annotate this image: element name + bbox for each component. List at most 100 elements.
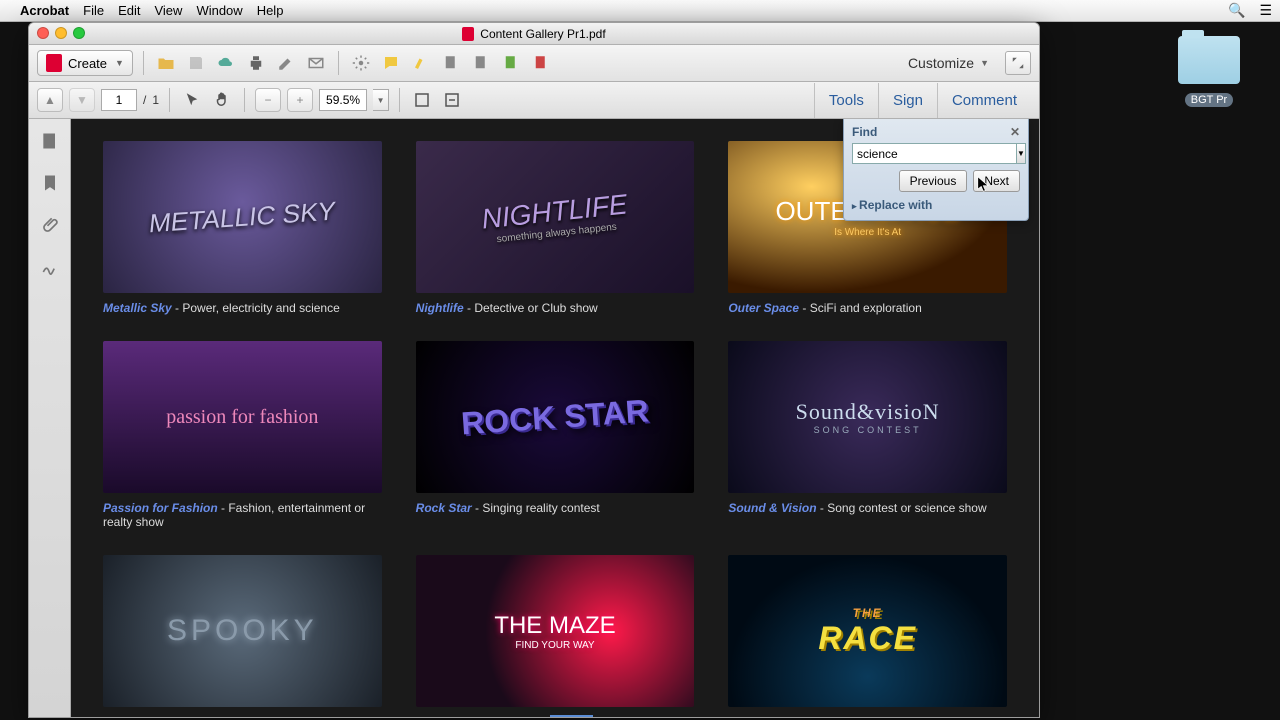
card-title: Rock Star xyxy=(416,501,472,515)
tools-pane-tab[interactable]: Tools xyxy=(814,83,878,118)
attachments-icon[interactable] xyxy=(40,215,60,235)
zoom-out-button[interactable]: − xyxy=(255,88,281,112)
card-title: Spooky xyxy=(103,715,146,717)
zoom-dropdown[interactable]: ▼ xyxy=(373,89,389,111)
desktop-folder[interactable]: BGT Pr xyxy=(1174,36,1244,108)
gallery-card: METALLIC SKY Metallic Sky - Power, elect… xyxy=(103,141,382,315)
create-button[interactable]: Create ▼ xyxy=(37,50,133,76)
thumbnail: SPOOKY xyxy=(103,555,382,707)
card-desc: - Horror and mysterious xyxy=(146,715,275,717)
pdf-icon xyxy=(462,27,474,41)
share-doc-icon[interactable] xyxy=(529,51,553,75)
highlight-icon[interactable] xyxy=(409,51,433,75)
chevron-down-icon: ▼ xyxy=(115,58,124,68)
reading-mode-button[interactable] xyxy=(1005,51,1031,75)
card-desc: - Singing reality contest xyxy=(472,501,600,515)
create-pdf-icon xyxy=(46,54,62,72)
spotlight-icon[interactable]: 🔍 xyxy=(1228,2,1245,19)
main-toolbar: Create ▼ Customize ▼ xyxy=(29,45,1039,82)
page-number-input[interactable] xyxy=(101,89,137,111)
card-title: Sound & Vision xyxy=(728,501,816,515)
thumbnail: Sound&visioNSONG CONTEST xyxy=(728,341,1007,493)
stamp-icon[interactable] xyxy=(469,51,493,75)
app-menu[interactable]: Acrobat xyxy=(20,3,69,18)
hand-tool-icon[interactable] xyxy=(210,88,234,112)
gallery-card: NIGHTLIFEsomething always happens Nightl… xyxy=(416,141,695,315)
fit-window-icon[interactable] xyxy=(410,88,434,112)
thumbnail: passion for fashion xyxy=(103,341,382,493)
find-next-button[interactable]: Next xyxy=(973,170,1020,192)
menu-help[interactable]: Help xyxy=(257,3,284,18)
card-desc: - Power, electricity and science xyxy=(172,301,340,315)
email-icon[interactable] xyxy=(304,51,328,75)
page-down-button[interactable]: ▼ xyxy=(69,88,95,112)
card-title: The Maze xyxy=(416,715,470,717)
customize-menu[interactable]: Customize ▼ xyxy=(908,55,989,71)
create-label: Create xyxy=(68,56,107,71)
save-icon[interactable] xyxy=(184,51,208,75)
window-close-button[interactable] xyxy=(37,27,49,39)
menu-window[interactable]: Window xyxy=(196,3,242,18)
card-desc: - Detective or Club show xyxy=(464,301,598,315)
acrobat-window: Content Gallery Pr1.pdf Create ▼ Customi… xyxy=(28,22,1040,718)
card-title: Passion for Fashion xyxy=(103,501,218,515)
signatures-icon[interactable] xyxy=(40,257,60,277)
thumbnail: THERACE xyxy=(728,555,1007,707)
open-icon[interactable] xyxy=(154,51,178,75)
comment-pane-tab[interactable]: Comment xyxy=(937,83,1031,118)
edit-icon[interactable] xyxy=(274,51,298,75)
window-titlebar[interactable]: Content Gallery Pr1.pdf xyxy=(29,23,1039,45)
attach-doc-icon[interactable] xyxy=(499,51,523,75)
find-panel: Find ✕ ▼ Previous Next Replace with xyxy=(843,119,1029,221)
fit-width-icon[interactable] xyxy=(440,88,464,112)
find-previous-button[interactable]: Previous xyxy=(899,170,968,192)
macos-menubar: Acrobat File Edit View Window Help 🔍 ☰ xyxy=(0,0,1280,22)
gallery-card: passion for fashion Passion for Fashion … xyxy=(103,341,382,529)
card-title: Metallic Sky xyxy=(103,301,172,315)
window-minimize-button[interactable] xyxy=(55,27,67,39)
zoom-level[interactable]: 59.5% xyxy=(319,89,367,111)
gallery-card: THERACE The Race - Game show, reality sh… xyxy=(728,555,1007,717)
customize-label: Customize xyxy=(908,55,974,71)
zoom-in-button[interactable]: + xyxy=(287,88,313,112)
sign-doc-icon[interactable] xyxy=(439,51,463,75)
card-desc: - Game show, xyxy=(470,715,551,717)
sign-pane-tab[interactable]: Sign xyxy=(878,83,937,118)
thumbnail: NIGHTLIFEsomething always happens xyxy=(416,141,695,293)
card-title: Nightlife xyxy=(416,301,464,315)
navigation-panel xyxy=(29,119,71,717)
menu-edit[interactable]: Edit xyxy=(118,3,140,18)
comment-icon[interactable] xyxy=(379,51,403,75)
find-dropdown[interactable]: ▼ xyxy=(1017,143,1026,164)
card-desc: - Song contest or science show xyxy=(817,501,987,515)
find-input[interactable] xyxy=(852,143,1017,164)
gallery-card: SPOOKY Spooky - Horror and mysterious xyxy=(103,555,382,717)
menu-file[interactable]: File xyxy=(83,3,104,18)
print-icon[interactable] xyxy=(244,51,268,75)
thumbnails-icon[interactable] xyxy=(40,131,60,151)
thumbnail: METALLIC SKY xyxy=(103,141,382,293)
replace-toggle[interactable]: Replace with xyxy=(852,198,1020,212)
nav-toolbar: ▲ ▼ / 1 − + 59.5% ▼ Tools Sign Comment xyxy=(29,82,1039,119)
gallery-card: ROCK STAR Rock Star - Singing reality co… xyxy=(416,341,695,529)
menu-view[interactable]: View xyxy=(154,3,182,18)
card-title: Outer Space xyxy=(728,301,799,315)
card-title: The Race xyxy=(728,715,781,717)
close-icon[interactable]: ✕ xyxy=(1010,125,1020,139)
find-title: Find xyxy=(852,125,877,139)
select-tool-icon[interactable] xyxy=(180,88,204,112)
folder-icon xyxy=(1178,36,1240,84)
cloud-icon[interactable] xyxy=(214,51,238,75)
gallery-card: THE MAZEFIND YOUR WAY The Maze - Game sh… xyxy=(416,555,695,717)
page-view[interactable]: METALLIC SKY Metallic Sky - Power, elect… xyxy=(71,119,1039,717)
gallery-card: Sound&visioNSONG CONTEST Sound & Vision … xyxy=(728,341,1007,529)
chevron-down-icon: ▼ xyxy=(980,58,989,68)
thumbnail: ROCK STAR xyxy=(416,341,695,493)
page-up-button[interactable]: ▲ xyxy=(37,88,63,112)
page-separator: / xyxy=(143,93,146,107)
folder-label: BGT Pr xyxy=(1185,93,1233,107)
gear-icon[interactable] xyxy=(349,51,373,75)
menu-extras-icon[interactable]: ☰ xyxy=(1259,2,1272,19)
bookmarks-icon[interactable] xyxy=(40,173,60,193)
window-zoom-button[interactable] xyxy=(73,27,85,39)
